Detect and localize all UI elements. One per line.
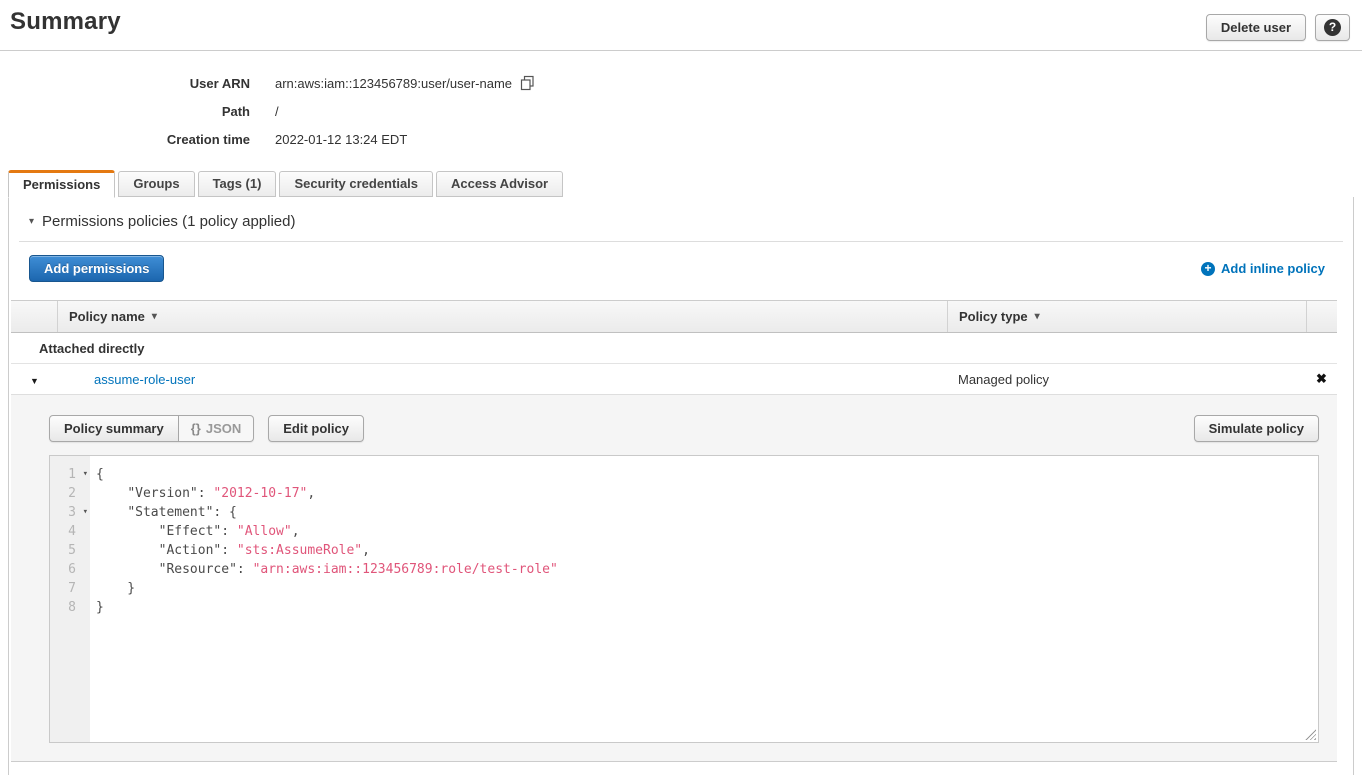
detach-policy-cell: ✖ — [1306, 371, 1337, 387]
policy-name-header-label: Policy name — [69, 309, 145, 324]
editor-line-number: 8 — [50, 598, 90, 617]
editor-line-number: 5 — [50, 541, 90, 560]
sort-caret-icon: ▾ — [1035, 311, 1040, 322]
detach-policy-icon[interactable]: ✖ — [1316, 371, 1327, 386]
table-row: ▼ assume-role-user Managed policy ✖ — [11, 364, 1337, 395]
path-value: / — [275, 104, 279, 119]
help-icon: ? — [1324, 19, 1341, 36]
tab-access-advisor[interactable]: Access Advisor — [436, 171, 563, 197]
json-braces-icon: {} — [191, 421, 201, 436]
fold-caret-icon[interactable]: ▾ — [83, 503, 88, 522]
policy-name-column-header[interactable]: Policy name ▾ — [58, 301, 947, 332]
user-arn-value: arn:aws:iam::123456789:user/user-name — [275, 75, 535, 91]
policy-view-toggle-group: Policy summary {} JSON — [49, 415, 254, 442]
page-title: Summary — [10, 8, 121, 36]
help-button[interactable]: ? — [1315, 14, 1350, 41]
tab-groups[interactable]: Groups — [118, 171, 194, 197]
tab-permissions[interactable]: Permissions — [8, 170, 115, 198]
edit-policy-button[interactable]: Edit policy — [268, 415, 364, 442]
row-expand-caret-icon[interactable]: ▼ — [30, 376, 39, 386]
policy-type-header-label: Policy type — [959, 309, 1028, 324]
editor-code-line: "Effect": "Allow", — [96, 522, 1318, 541]
editor-line-number: 6 — [50, 560, 90, 579]
attached-directly-group-row: Attached directly — [11, 333, 1337, 364]
simulate-policy-button[interactable]: Simulate policy — [1194, 415, 1319, 442]
editor-code-line: "Resource": "arn:aws:iam::123456789:role… — [96, 560, 1318, 579]
path-label: Path — [0, 104, 250, 119]
tab-bar: Permissions Groups Tags (1) Security cre… — [0, 169, 1362, 197]
policy-summary-button[interactable]: Policy summary — [49, 415, 179, 442]
add-permissions-button[interactable]: Add permissions — [29, 255, 164, 282]
user-arn-label: User ARN — [0, 76, 250, 91]
permissions-policies-section-toggle[interactable]: ▾ Permissions policies (1 policy applied… — [9, 197, 1353, 230]
user-arn-text: arn:aws:iam::123456789:user/user-name — [275, 76, 512, 91]
tab-tags[interactable]: Tags (1) — [198, 171, 277, 197]
policy-actions-row: Add permissions + Add inline policy — [29, 255, 1325, 282]
editor-code-line: { — [96, 465, 1318, 484]
editor-code-line: } — [96, 579, 1318, 598]
policy-view-buttons: Policy summary {} JSON Edit policy — [49, 415, 364, 442]
editor-code: { "Version": "2012-10-17", "Statement": … — [90, 456, 1318, 742]
delete-user-button[interactable]: Delete user — [1206, 14, 1306, 41]
editor-line-number: 7 — [50, 579, 90, 598]
policy-json-editor[interactable]: 1▾23▾45678 { "Version": "2012-10-17", "S… — [49, 455, 1319, 743]
json-view-button[interactable]: {} JSON — [179, 415, 255, 442]
editor-code-line: "Action": "sts:AssumeRole", — [96, 541, 1318, 560]
section-collapse-caret-icon: ▾ — [29, 216, 34, 227]
creation-time-value: 2022-01-12 13:24 EDT — [275, 132, 407, 147]
editor-code-line: "Statement": { — [96, 503, 1318, 522]
policy-type-column-header[interactable]: Policy type ▾ — [947, 301, 1306, 332]
editor-line-number: 1▾ — [50, 465, 90, 484]
add-inline-policy-link[interactable]: + Add inline policy — [1201, 261, 1325, 276]
policy-name-link[interactable]: assume-role-user — [94, 372, 195, 387]
editor-code-line: "Version": "2012-10-17", — [96, 484, 1318, 503]
permissions-policies-heading: Permissions policies (1 policy applied) — [42, 213, 295, 230]
row-expand-cell: ▼ — [11, 372, 58, 387]
sort-caret-icon: ▾ — [152, 311, 157, 322]
policy-detail-buttons: Policy summary {} JSON Edit policy Simul… — [49, 415, 1319, 442]
editor-line-number: 3▾ — [50, 503, 90, 522]
editor-line-number: 2 — [50, 484, 90, 503]
editor-line-number: 4 — [50, 522, 90, 541]
detail-row-user-arn: User ARN arn:aws:iam::123456789:user/use… — [0, 69, 1362, 97]
detail-row-creation-time: Creation time 2022-01-12 13:24 EDT — [0, 125, 1362, 153]
section-divider — [19, 241, 1343, 242]
fold-caret-icon[interactable]: ▾ — [83, 465, 88, 484]
editor-code-line: } — [96, 598, 1318, 617]
policy-name-cell: assume-role-user — [58, 372, 947, 387]
expand-column-header — [11, 301, 58, 332]
policy-table-header: Policy name ▾ Policy type ▾ — [11, 300, 1337, 333]
header-actions: Delete user ? — [1206, 8, 1352, 41]
policy-table: Policy name ▾ Policy type ▾ Attached dir… — [11, 300, 1337, 762]
editor-gutter: 1▾23▾45678 — [50, 456, 90, 742]
tab-security-credentials[interactable]: Security credentials — [279, 171, 433, 197]
plus-icon: + — [1201, 262, 1215, 276]
add-inline-policy-label: Add inline policy — [1221, 261, 1325, 276]
detail-row-path: Path / — [0, 97, 1362, 125]
copy-icon[interactable] — [519, 75, 535, 91]
actions-column-header — [1306, 301, 1337, 332]
page-header: Summary Delete user ? — [0, 0, 1362, 51]
json-button-label: JSON — [206, 421, 241, 436]
policy-type-cell: Managed policy — [947, 372, 1306, 387]
user-details: User ARN arn:aws:iam::123456789:user/use… — [0, 51, 1362, 153]
policy-detail-panel: Policy summary {} JSON Edit policy Simul… — [11, 395, 1337, 762]
creation-time-label: Creation time — [0, 132, 250, 147]
permissions-tab-panel: ▾ Permissions policies (1 policy applied… — [8, 197, 1354, 775]
